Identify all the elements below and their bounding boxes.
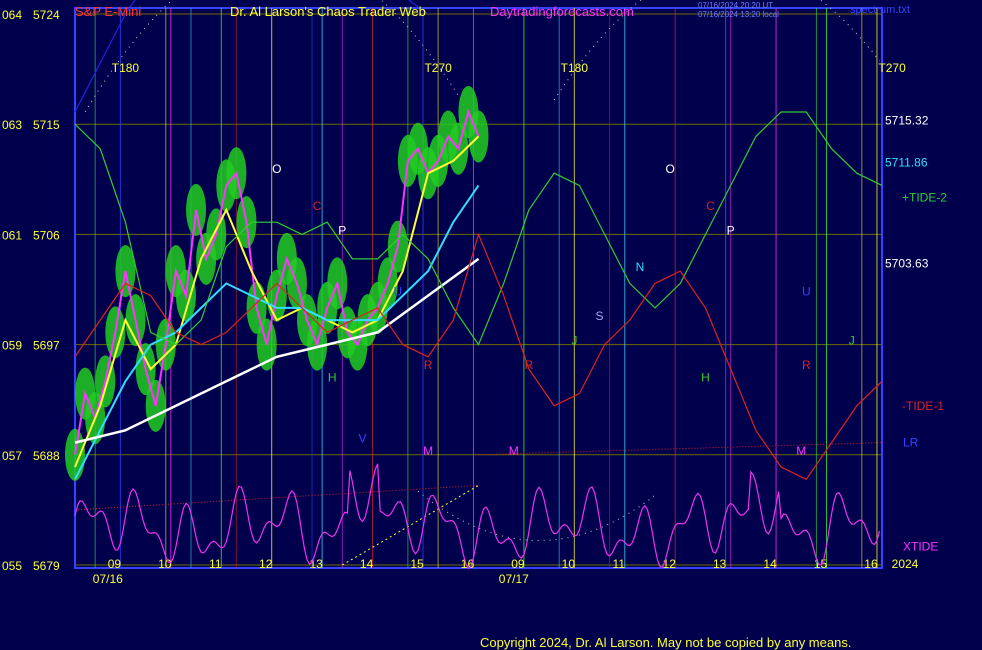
marker-label: H bbox=[328, 370, 337, 384]
x-date-label: 07/17 bbox=[499, 572, 529, 586]
x-hour-label: 10 bbox=[562, 557, 576, 571]
x-hour-label: 09 bbox=[511, 557, 525, 571]
x-hour-label: 12 bbox=[259, 557, 273, 571]
timestamp-ut: 07/16/2024 20:20 UT bbox=[698, 1, 774, 10]
marker-label: H bbox=[701, 370, 710, 384]
x-hour-label: 15 bbox=[410, 557, 424, 571]
marker-label: C bbox=[706, 199, 715, 213]
right-label: +TIDE-2 bbox=[902, 191, 947, 205]
cycle-label: T180 bbox=[561, 61, 589, 75]
arc-2 bbox=[417, 490, 658, 542]
y-tick-left: 063 bbox=[2, 118, 22, 132]
x-hour-label: 14 bbox=[763, 557, 777, 571]
marker-label: V bbox=[358, 432, 366, 446]
x-hour-label: 12 bbox=[663, 557, 677, 571]
x-hour-label: 09 bbox=[108, 557, 122, 571]
marker-label: M bbox=[509, 444, 519, 458]
marker-label: P bbox=[338, 223, 346, 237]
marker-label: M bbox=[423, 444, 433, 458]
website-link[interactable]: Daytradingforecasts.com bbox=[490, 4, 634, 19]
x-hour-label: 16 bbox=[461, 557, 475, 571]
marker-label: R bbox=[525, 358, 534, 372]
lr-line-2 bbox=[478, 442, 883, 456]
marker-label: N bbox=[636, 260, 645, 274]
x-hour-label: 11 bbox=[613, 557, 626, 571]
lr-line-1 bbox=[74, 484, 479, 511]
x-date-label: 07/16 bbox=[93, 572, 123, 586]
y-tick-left: 061 bbox=[2, 228, 22, 242]
y-tick-left: 055 bbox=[2, 559, 22, 573]
site-title: Dr. Al Larson's Chaos Trader Web bbox=[230, 4, 426, 19]
marker-label: R bbox=[802, 358, 811, 372]
y-tick-left: 064 bbox=[2, 8, 22, 22]
marker-label: C bbox=[313, 199, 322, 213]
cycle-label: T270 bbox=[878, 61, 906, 75]
marker-label: U bbox=[393, 285, 402, 299]
chart-window: 064 5724 063 5715 061 5706 059 5697 057 5688 055 56… bbox=[0, 0, 982, 650]
marker-label: S bbox=[596, 309, 604, 323]
y-tick-right: 5715 bbox=[33, 118, 60, 132]
y-tick-right: 5688 bbox=[33, 449, 60, 463]
y-tick-right: 5697 bbox=[33, 339, 60, 353]
y-tick-right: 5706 bbox=[33, 228, 60, 242]
right-label: 5715.32 bbox=[885, 113, 929, 127]
spectrum-label: spectrum.txt bbox=[850, 4, 910, 16]
marker-label: U bbox=[802, 285, 811, 299]
marker-label: R bbox=[424, 358, 433, 372]
marker-label: O bbox=[665, 162, 674, 176]
y-tick-right: 5679 bbox=[33, 559, 60, 573]
cycle-label: T270 bbox=[424, 61, 452, 75]
marker-label: J bbox=[571, 334, 577, 348]
x-hour-label: 13 bbox=[309, 557, 323, 571]
x-hour-label: 13 bbox=[713, 557, 727, 571]
right-label: -TIDE-1 bbox=[902, 399, 944, 413]
marker-label: M bbox=[796, 444, 806, 458]
plot-frame bbox=[74, 7, 883, 569]
right-label: LR bbox=[903, 436, 919, 450]
series--tide-1 bbox=[74, 232, 883, 481]
marker-label: J bbox=[849, 334, 855, 348]
year-label: 2024 bbox=[892, 557, 919, 571]
timestamp-local: 07/16/2024 13:20 local bbox=[698, 10, 779, 19]
x-hour-label: 10 bbox=[158, 557, 172, 571]
chart-svg: 064 5724 063 5715 061 5706 059 5697 057 5688 055 56… bbox=[2, 0, 947, 586]
y-tick-left: 059 bbox=[2, 339, 22, 353]
x-hour-label: 14 bbox=[360, 557, 374, 571]
right-label: XTIDE bbox=[903, 540, 938, 554]
x-hour-label: 16 bbox=[864, 557, 878, 571]
marker-label: P bbox=[727, 223, 735, 237]
xtide-line bbox=[74, 463, 881, 570]
copyright-notice: Copyright 2024, Dr. Al Larson. May not b… bbox=[480, 635, 852, 650]
marker-label: O bbox=[272, 162, 281, 176]
instrument-title: S&P E-Mini bbox=[75, 4, 142, 19]
right-label: 5703.63 bbox=[885, 256, 929, 270]
cycle-label: T180 bbox=[112, 61, 140, 75]
right-label: 5711.86 bbox=[885, 156, 928, 170]
x-hour-label: 11 bbox=[209, 557, 222, 571]
y-tick-right: 5724 bbox=[33, 8, 60, 22]
trend-line bbox=[342, 484, 479, 566]
y-tick-left: 057 bbox=[2, 449, 22, 463]
